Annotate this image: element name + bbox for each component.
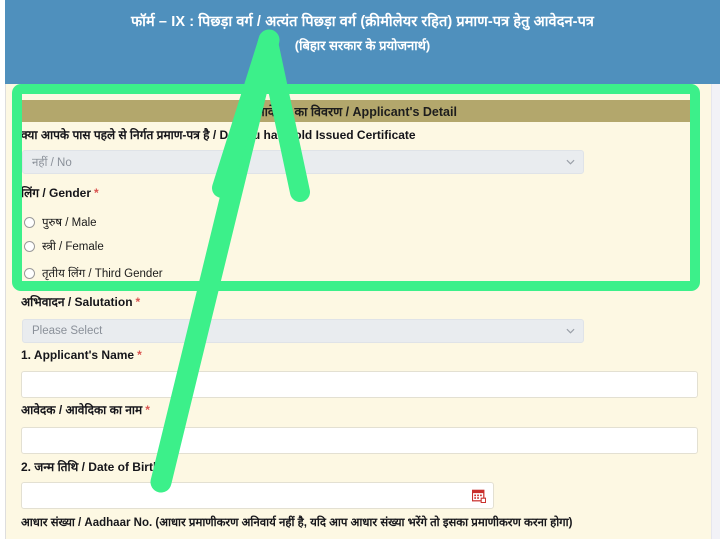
applicant-name-en-input[interactable] <box>21 371 698 398</box>
gender-option-male[interactable]: पुरुष / Male <box>24 215 97 230</box>
applicant-name-en-label: 1. Applicant's Name * <box>21 348 142 362</box>
gender-option-third[interactable]: तृतीय लिंग / Third Gender <box>24 266 163 281</box>
calendar-icon[interactable] <box>471 489 487 503</box>
gender-option-female-label: स्त्री / Female <box>42 241 104 253</box>
gender-required-marker: * <box>94 186 99 200</box>
salutation-required-marker: * <box>135 295 141 309</box>
form-title-banner: फॉर्म – IX : पिछड़ा वर्ग / अत्यंत पिछड़ा… <box>5 0 720 84</box>
radio-icon[interactable] <box>24 217 35 228</box>
date-of-birth-field[interactable] <box>21 482 494 509</box>
application-form-page: फॉर्म – IX : पिछड़ा वर्ग / अत्यंत पिछड़ा… <box>0 0 720 539</box>
form-title-line1: फॉर्म – IX : पिछड़ा वर्ग / अत्यंत पिछड़ा… <box>130 14 595 30</box>
applicant-name-en-required-marker: * <box>137 348 142 362</box>
gender-option-male-label: पुरुष / Male <box>42 217 97 229</box>
applicant-name-hi-required-marker: * <box>145 403 150 417</box>
salutation-value: Please Select <box>32 325 103 337</box>
date-of-birth-required-marker: * <box>163 460 168 474</box>
right-gutter <box>712 84 720 539</box>
old-certificate-label: क्या आपके पास पहले से निर्गत प्रमाण-पत्र… <box>21 128 416 142</box>
radio-icon[interactable] <box>24 268 35 279</box>
chevron-down-icon <box>566 327 575 336</box>
gender-option-female[interactable]: स्त्री / Female <box>24 239 104 254</box>
applicant-name-hi-label-text: आवेदक / आवेदिका का नाम <box>21 403 143 417</box>
salutation-label: अभिवादन / Salutation * <box>21 295 140 309</box>
gender-label: लिंग / Gender * <box>21 186 99 200</box>
gender-option-third-label: तृतीय लिंग / Third Gender <box>42 268 163 280</box>
applicant-name-hi-label: आवेदक / आवेदिका का नाम * <box>21 403 150 417</box>
radio-icon[interactable] <box>24 241 35 252</box>
gender-label-text: लिंग / Gender <box>21 186 92 200</box>
applicant-name-hi-input[interactable] <box>21 427 698 454</box>
chevron-down-icon <box>566 158 575 167</box>
form-title-line2: (बिहार सरकार के प्रयोजनार्थ) <box>294 38 431 53</box>
old-certificate-select[interactable]: नहीं / No <box>22 150 584 174</box>
salutation-label-text: अभिवादन / Salutation <box>21 295 133 309</box>
salutation-select[interactable]: Please Select <box>22 319 584 343</box>
aadhaar-note: आधार संख्या / Aadhaar No. (आधार प्रमाणीक… <box>21 517 573 529</box>
old-certificate-value: नहीं / No <box>32 156 72 169</box>
date-of-birth-label: 2. जन्म तिथि / Date of Birth * <box>21 460 168 474</box>
applicant-detail-section-header: आवेदक का विवरण / Applicant's Detail <box>21 100 691 122</box>
date-of-birth-label-text: 2. जन्म तिथि / Date of Birth <box>21 460 161 474</box>
applicant-name-en-label-text: 1. Applicant's Name <box>21 348 135 362</box>
